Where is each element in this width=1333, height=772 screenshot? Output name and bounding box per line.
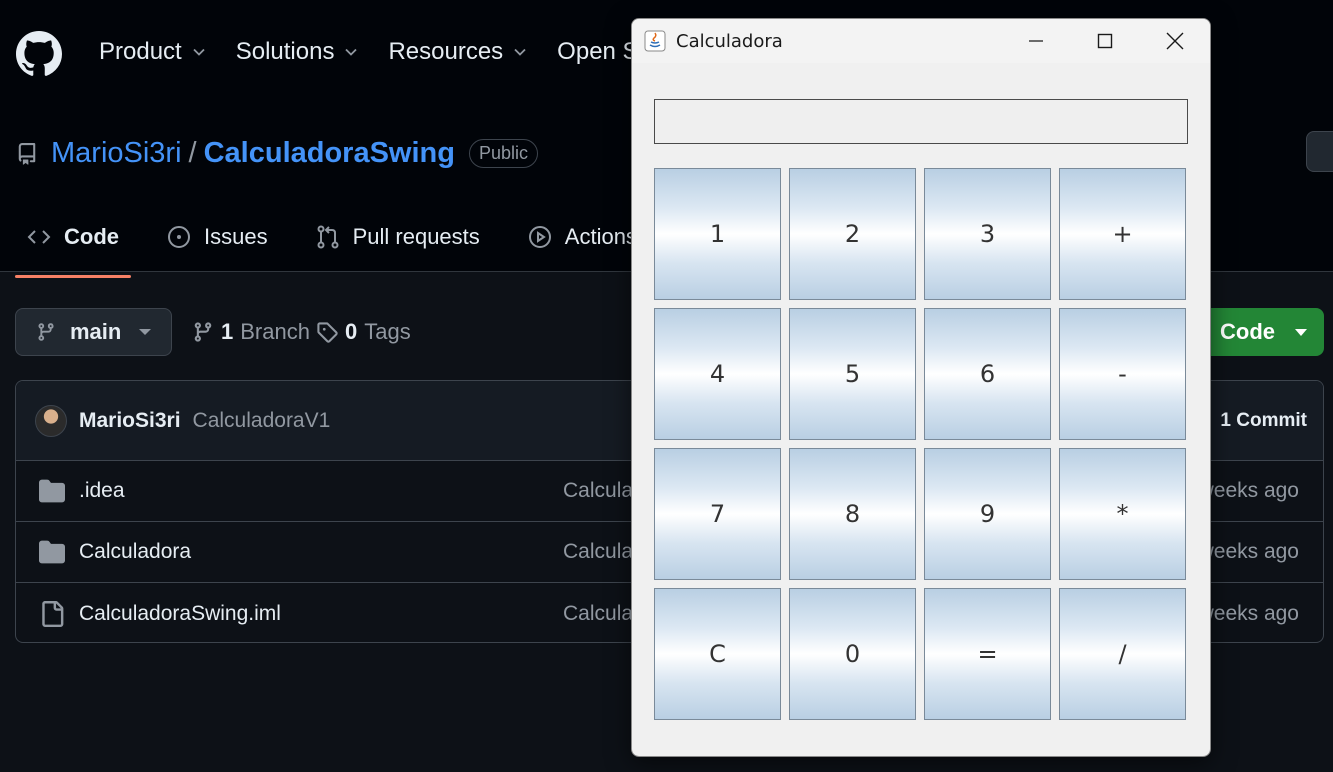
folder-icon [39,479,65,503]
commit-message[interactable]: CalculadoraV1 [193,409,331,433]
file-commit-message[interactable]: Calcula [563,602,633,626]
chevron-down-icon [193,48,205,56]
tag-icon [317,322,338,343]
top-nav: Product Solutions Resources Open So [99,38,682,66]
window-title: Calculadora [676,30,783,52]
branches-link[interactable]: 1 Branch [192,319,310,345]
key-multiply-button[interactable]: * [1059,448,1186,580]
key-minus-button[interactable]: - [1059,308,1186,440]
file-name[interactable]: .idea [79,479,125,503]
key-equals-button[interactable]: = [924,588,1051,720]
nav-resources[interactable]: Resources [388,38,527,66]
key-plus-button[interactable]: + [1059,168,1186,300]
file-name[interactable]: Calculadora [79,540,191,564]
commit-author[interactable]: MarioSi3ri [79,409,181,433]
tab-pull-requests[interactable]: Pull requests [304,215,480,259]
folder-icon [39,540,65,564]
window-titlebar[interactable]: Calculadora [632,19,1210,63]
nav-product-label: Product [99,38,182,65]
key-clear-button[interactable]: C [654,588,781,720]
git-branch-icon [194,322,212,342]
key-1-button[interactable]: 1 [654,168,781,300]
git-branch-icon [38,323,54,341]
key-3-button[interactable]: 3 [924,168,1051,300]
calculator-keypad: 1 2 3 + 4 5 6 - 7 8 9 * C 0 = / [654,168,1186,720]
key-6-button[interactable]: 6 [924,308,1051,440]
tab-actions[interactable]: Actions [516,215,637,259]
play-icon [528,226,551,248]
key-divide-button[interactable]: / [1059,588,1186,720]
visibility-badge: Public [468,139,539,168]
key-4-button[interactable]: 4 [654,308,781,440]
repo-name-link[interactable]: CalculadoraSwing [204,137,455,170]
github-logo-icon[interactable] [16,31,62,77]
java-app-icon [644,30,666,52]
minimize-icon [1029,40,1043,42]
calculator-display[interactable] [654,99,1188,144]
key-8-button[interactable]: 8 [789,448,916,580]
maximize-button[interactable] [1071,19,1139,63]
file-age: weeks ago [1198,479,1299,502]
tab-issues-label: Issues [204,224,268,249]
tags-count: 0 [345,319,358,344]
caret-down-icon [139,329,152,335]
tab-code[interactable]: Code [15,215,131,278]
pull-request-icon [317,225,339,249]
calculator-window: Calculadora 1 2 3 + 4 5 6 - 7 8 9 * C 0 … [631,18,1211,757]
maximize-icon [1097,33,1113,49]
key-9-button[interactable]: 9 [924,448,1051,580]
branch-name: main [70,319,122,344]
key-2-button[interactable]: 2 [789,168,916,300]
repo-owner-link[interactable]: MarioSi3ri [51,137,182,170]
breadcrumb-separator: / [188,137,197,169]
tab-code-label: Code [64,224,119,249]
key-7-button[interactable]: 7 [654,448,781,580]
key-5-button[interactable]: 5 [789,308,916,440]
tab-actions-label: Actions [564,224,637,249]
avatar[interactable] [35,404,67,437]
code-icon [27,230,51,244]
chevron-down-icon [514,48,526,56]
notifications-button[interactable] [1306,131,1333,172]
file-age: weeks ago [1198,540,1299,563]
branches-count: 1 [221,319,234,344]
tab-pull-requests-label: Pull requests [352,224,480,249]
tab-issues[interactable]: Issues [155,215,268,259]
nav-resources-label: Resources [388,38,504,65]
minimize-button[interactable] [1002,19,1070,63]
code-button-label: Code [1220,319,1275,344]
file-name[interactable]: CalculadoraSwing.iml [79,602,281,626]
nav-solutions-label: Solutions [235,38,335,65]
chevron-down-icon [345,48,358,56]
repo-breadcrumb: MarioSi3ri / CalculadoraSwing Public [16,137,539,170]
key-0-button[interactable]: 0 [789,588,916,720]
branches-label: Branch [240,319,310,344]
file-icon [42,600,64,627]
commit-count-link[interactable]: 1 Commit [1220,410,1307,432]
branch-selector[interactable]: main [15,308,172,356]
caret-down-icon [1295,328,1307,336]
close-button[interactable] [1141,19,1209,63]
file-age: weeks ago [1198,601,1299,625]
nav-product[interactable]: Product [99,38,206,66]
issue-icon [168,226,190,248]
tags-label: Tags [364,319,411,344]
code-dropdown-button[interactable]: Code [1200,308,1324,356]
repo-icon [18,142,36,165]
nav-solutions[interactable]: Solutions [236,38,359,66]
close-icon [1166,32,1184,50]
file-commit-message[interactable]: Calcula [563,540,633,564]
file-commit-message[interactable]: Calcula [563,479,633,503]
tags-link[interactable]: 0 Tags [316,319,411,345]
